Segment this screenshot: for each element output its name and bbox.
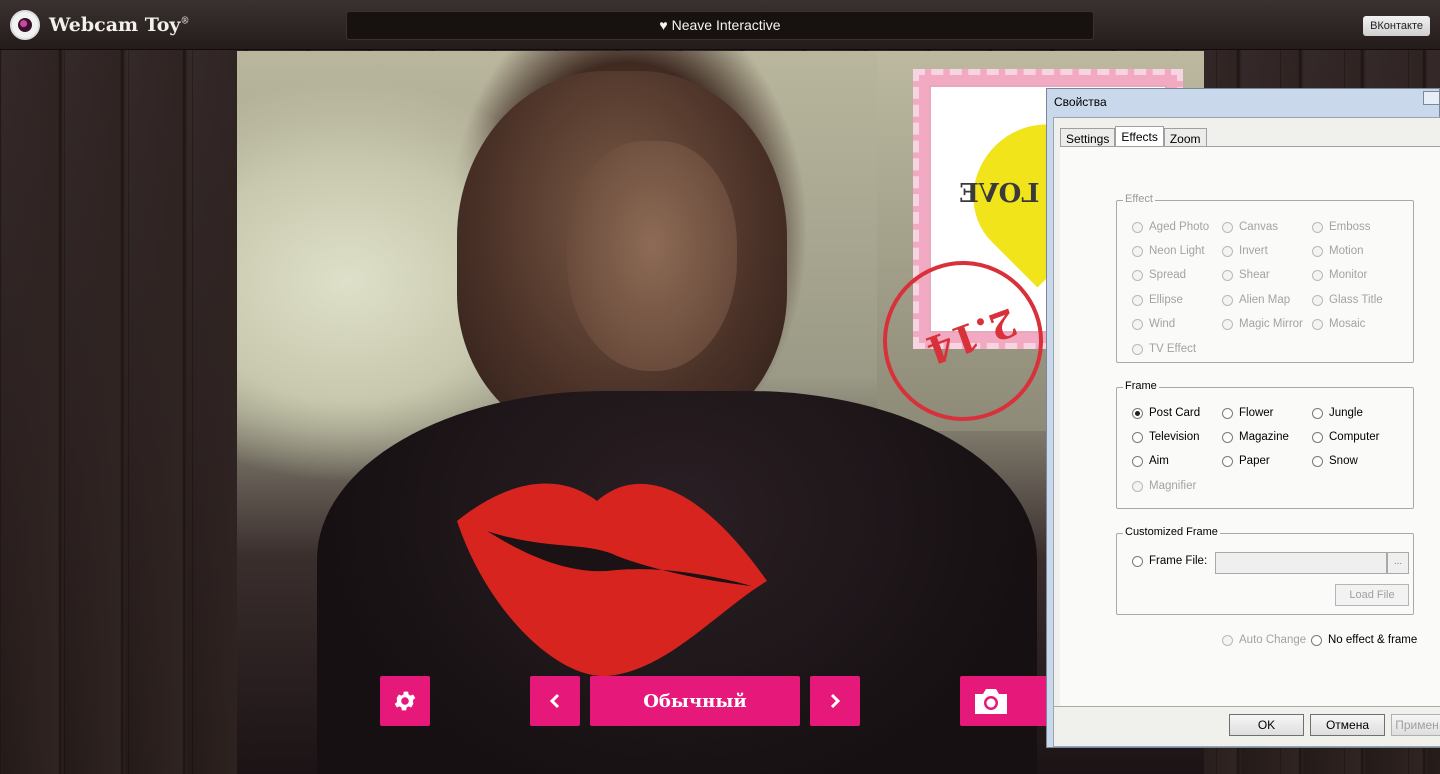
effect-option[interactable]: Ellipse: [1132, 294, 1183, 306]
person-face: [567, 141, 737, 371]
effect-option[interactable]: Aged Photo: [1132, 221, 1209, 233]
vkontakte-button[interactable]: ВКонтакте: [1363, 16, 1430, 36]
tab-zoom[interactable]: Zoom: [1163, 128, 1207, 147]
frame-option[interactable]: Flower: [1222, 407, 1274, 419]
frame-option[interactable]: Television: [1132, 431, 1200, 443]
custom-frame-legend: Customized Frame: [1123, 526, 1220, 538]
effect-option[interactable]: Wind: [1132, 318, 1175, 330]
settings-button[interactable]: [380, 676, 430, 726]
frame-option[interactable]: Magazine: [1222, 431, 1289, 443]
load-file-button[interactable]: Load File: [1335, 584, 1409, 606]
registered-mark: ®: [180, 16, 190, 27]
cancel-button[interactable]: Отмена: [1310, 714, 1385, 736]
frame-option[interactable]: Magnifier: [1132, 480, 1196, 492]
frame-file-radio[interactable]: Frame File:: [1132, 555, 1207, 567]
effect-option[interactable]: Spread: [1132, 269, 1186, 281]
postmark-text: 2.14: [920, 299, 1023, 374]
credit-link[interactable]: ♥ Neave Interactive: [346, 11, 1094, 40]
frame-option[interactable]: Snow: [1312, 455, 1358, 467]
frame-option[interactable]: Jungle: [1312, 407, 1363, 419]
button-separator: [1054, 706, 1440, 707]
dialog-tabs: Settings Effects Zoom: [1060, 126, 1207, 147]
camera-icon: [975, 689, 1007, 714]
top-bar: Webcam Toy® ♥ Neave Interactive ВКонтакт…: [0, 0, 1440, 50]
effect-option[interactable]: Neon Light: [1132, 245, 1205, 257]
effect-option[interactable]: Alien Map: [1222, 294, 1290, 306]
app-logo[interactable]: Webcam Toy®: [49, 14, 189, 36]
frame-group-legend: Frame: [1123, 380, 1159, 392]
dialog-close-button[interactable]: [1423, 91, 1439, 105]
custom-frame-group: Customized Frame Frame File: ... Load Fi…: [1116, 526, 1414, 615]
effect-group-legend: Effect: [1123, 193, 1155, 205]
apply-button[interactable]: Примен: [1391, 714, 1440, 736]
ok-button[interactable]: OK: [1229, 714, 1304, 736]
auto-change-radio[interactable]: Auto Change: [1222, 634, 1306, 646]
tab-settings[interactable]: Settings: [1060, 128, 1116, 147]
properties-dialog: Свойства Settings Effects Zoom Effect Ag…: [1046, 88, 1440, 748]
chevron-left-icon: [549, 693, 560, 709]
frame-group: Frame Post Card Flower Jungle Television…: [1116, 380, 1414, 509]
previous-effect-button[interactable]: [530, 676, 580, 726]
browse-button[interactable]: ...: [1387, 552, 1409, 574]
no-effect-radio[interactable]: No effect & frame: [1311, 634, 1417, 646]
effect-option[interactable]: Glass Title: [1312, 294, 1383, 306]
frame-option[interactable]: Computer: [1312, 431, 1380, 443]
take-photo-button[interactable]: [960, 676, 1060, 726]
effect-option[interactable]: TV Effect: [1132, 343, 1196, 355]
effect-option[interactable]: Motion: [1312, 245, 1364, 257]
effect-option[interactable]: Invert: [1222, 245, 1268, 257]
effect-option[interactable]: Shear: [1222, 269, 1270, 281]
next-effect-button[interactable]: [810, 676, 860, 726]
frame-option-post-card[interactable]: Post Card: [1132, 407, 1200, 419]
effect-name-button[interactable]: Обычный: [590, 676, 800, 726]
dialog-body: Settings Effects Zoom Effect Aged Photo …: [1053, 117, 1440, 747]
kiss-lips-overlay: [457, 483, 767, 677]
frame-option[interactable]: Paper: [1222, 455, 1270, 467]
frame-file-input[interactable]: [1215, 552, 1387, 574]
webcam-logo-icon[interactable]: [10, 10, 40, 40]
effect-option[interactable]: Monitor: [1312, 269, 1367, 281]
effect-option[interactable]: Mosaic: [1312, 318, 1365, 330]
effects-panel: Effect Aged Photo Canvas Emboss Neon Lig…: [1060, 146, 1440, 706]
effect-group: Effect Aged Photo Canvas Emboss Neon Lig…: [1116, 193, 1414, 363]
dialog-title: Свойства: [1054, 95, 1107, 109]
tab-effects[interactable]: Effects: [1115, 126, 1164, 147]
effect-option[interactable]: Canvas: [1222, 221, 1278, 233]
logo-text: Webcam Toy: [49, 14, 181, 36]
effect-option[interactable]: Emboss: [1312, 221, 1371, 233]
gear-icon: [394, 691, 416, 711]
stamp-love-text: LOVE: [959, 179, 1040, 209]
chevron-right-icon: [830, 693, 841, 709]
effect-option[interactable]: Magic Mirror: [1222, 318, 1303, 330]
frame-option[interactable]: Aim: [1132, 455, 1169, 467]
